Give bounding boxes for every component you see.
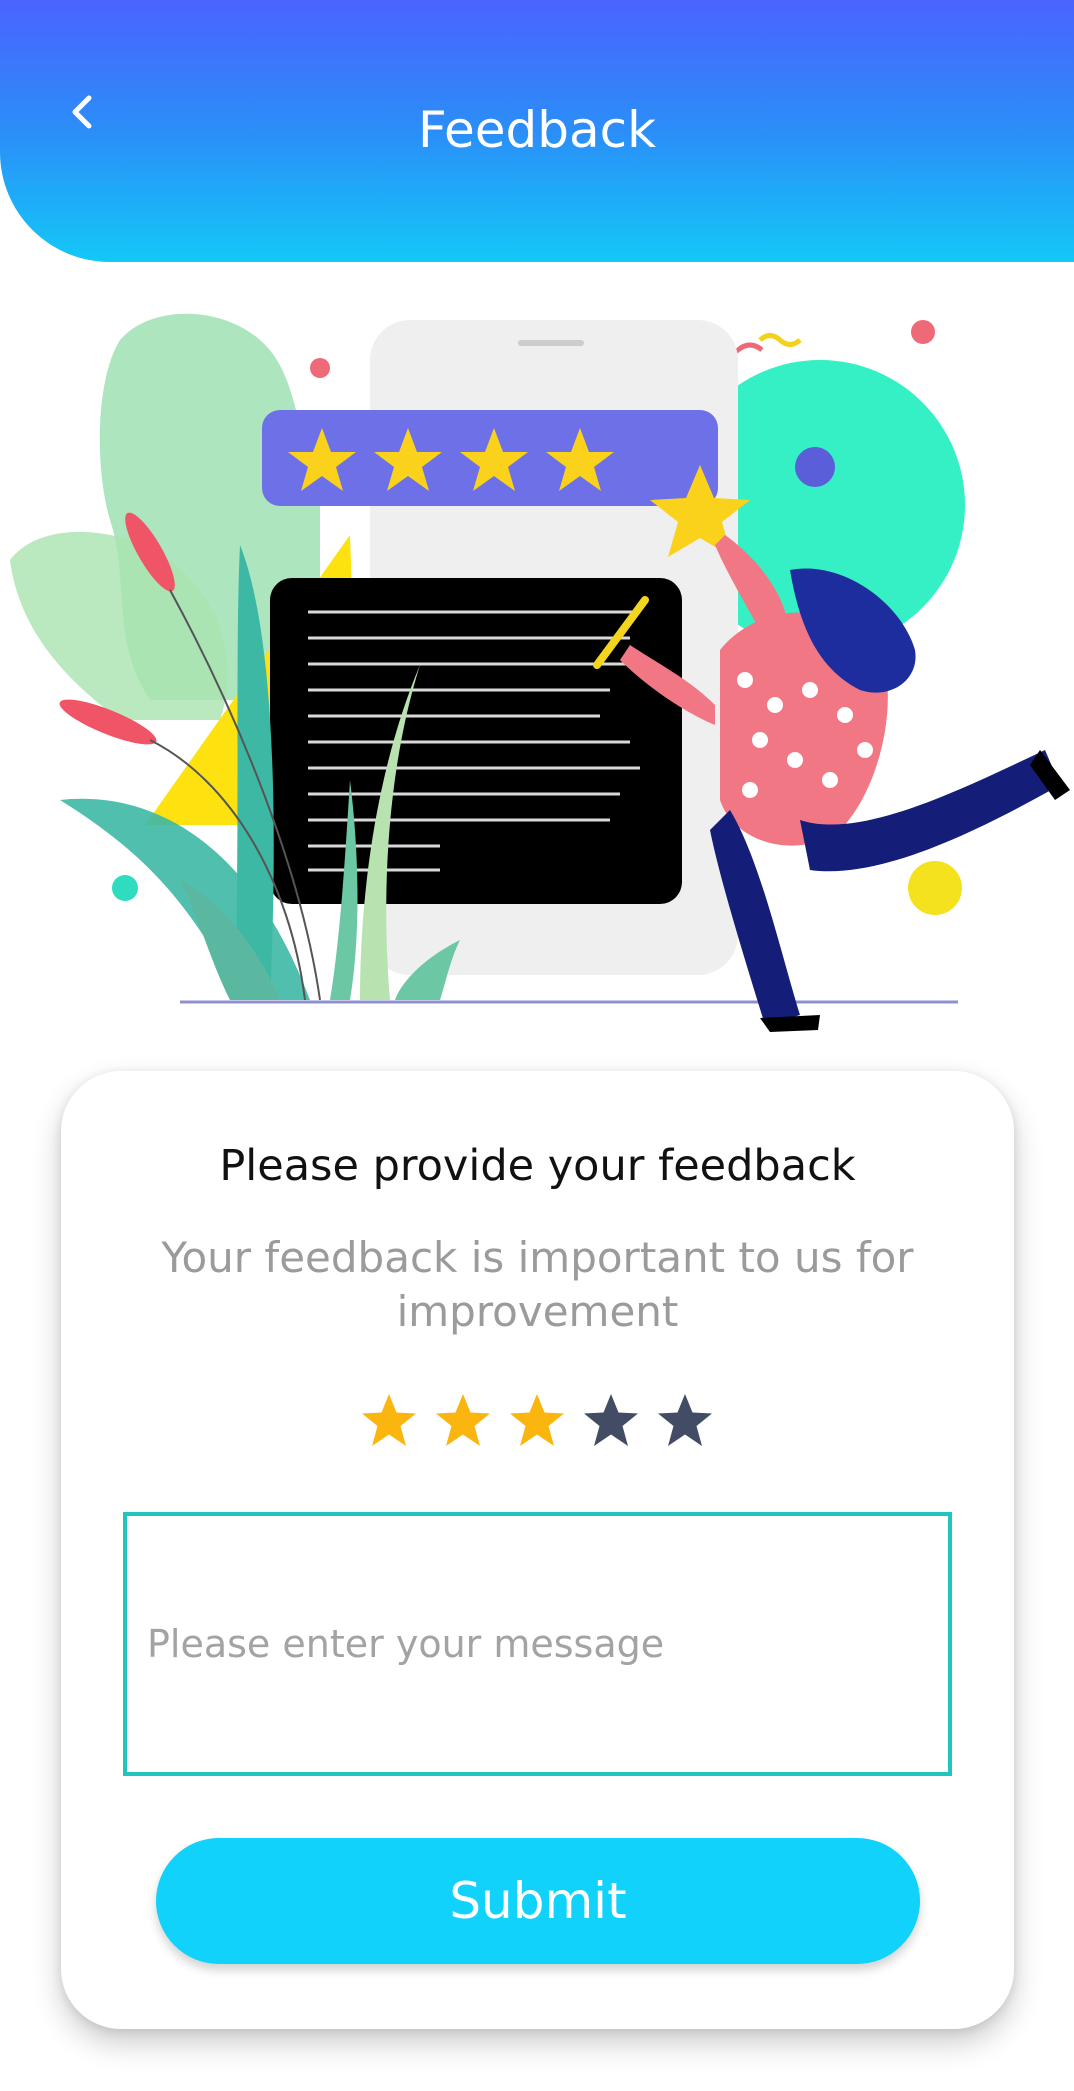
- star-filled-icon[interactable]: [507, 1391, 567, 1451]
- star-filled-icon[interactable]: [433, 1391, 493, 1451]
- star-empty-icon[interactable]: [655, 1391, 715, 1451]
- submit-button[interactable]: Submit: [156, 1838, 920, 1964]
- star-filled-icon[interactable]: [359, 1391, 419, 1451]
- card-title: Please provide your feedback: [219, 1141, 856, 1191]
- star-rating[interactable]: [0, 1391, 1074, 1461]
- message-field[interactable]: [123, 1512, 952, 1776]
- star-empty-icon[interactable]: [581, 1391, 641, 1451]
- message-input[interactable]: [127, 1516, 948, 1772]
- app-header: Feedback: [0, 0, 1074, 262]
- card-subtitle: Your feedback is important to us for imp…: [161, 1233, 914, 1336]
- feedback-illustration: [10, 313, 1070, 1032]
- submit-label: Submit: [449, 1872, 627, 1930]
- page-title: Feedback: [417, 101, 657, 159]
